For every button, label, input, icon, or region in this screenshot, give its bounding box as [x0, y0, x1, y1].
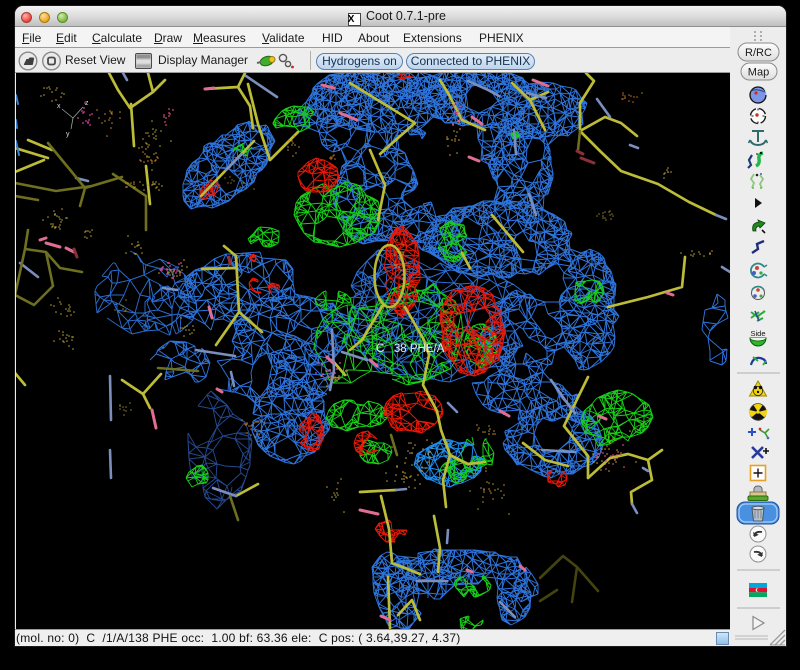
svg-text:x: x: [57, 103, 61, 110]
svg-text:R/RC: R/RC: [745, 47, 772, 59]
svg-text:z: z: [85, 100, 89, 107]
svg-text:C 38 PHE/A: C 38 PHE/A: [376, 343, 445, 355]
svg-text:Map: Map: [748, 67, 769, 79]
svg-text:Side: Side: [750, 329, 765, 338]
svg-text:y: y: [66, 131, 70, 138]
